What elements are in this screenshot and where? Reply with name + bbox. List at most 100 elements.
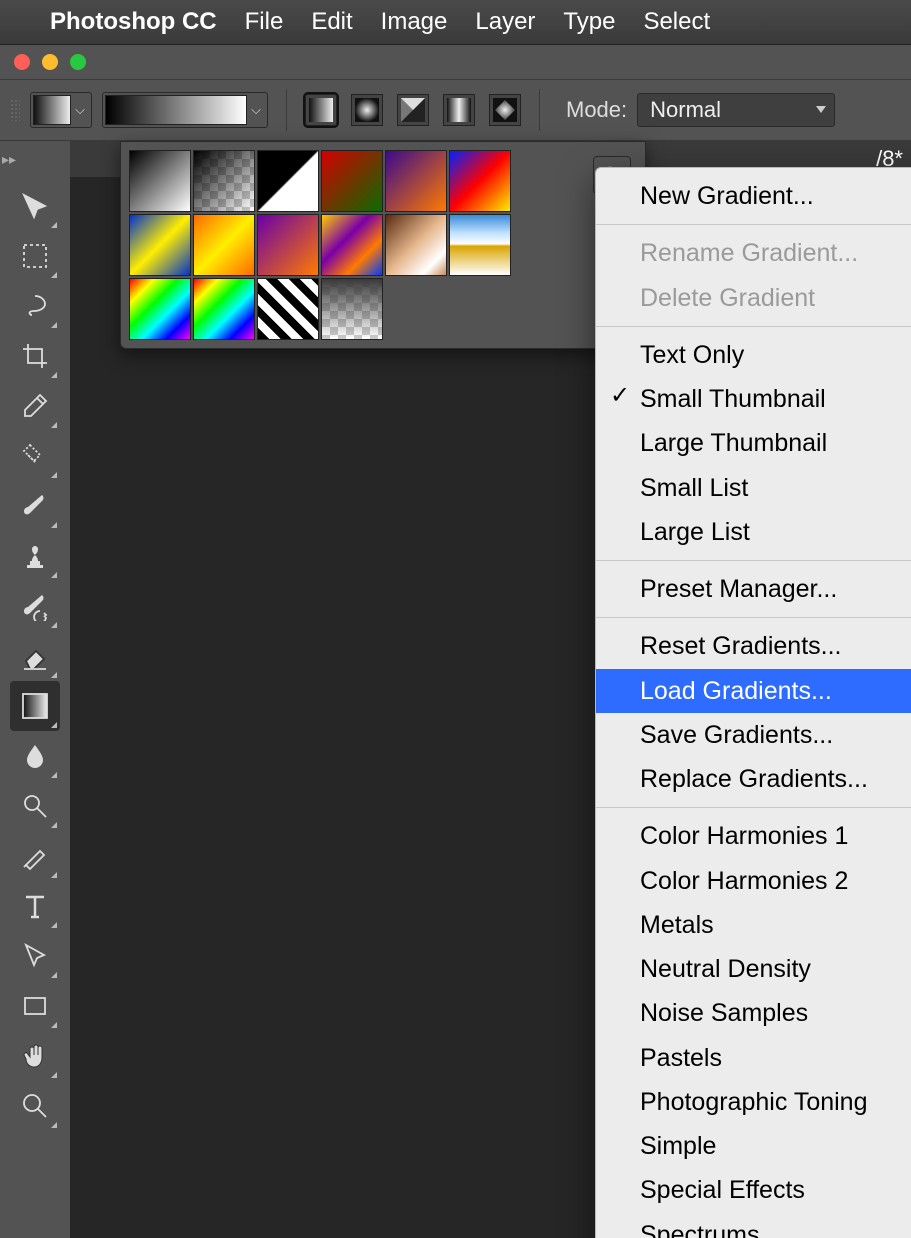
menu-item-replace-gradients[interactable]: Replace Gradients... (596, 757, 911, 801)
minimize-window-button[interactable] (42, 54, 58, 70)
brush-tool[interactable] (10, 481, 60, 531)
gradient-preset-transparent-rainbow[interactable] (193, 278, 255, 340)
dodge-tool[interactable] (10, 781, 60, 831)
blur-tool[interactable] (10, 731, 60, 781)
gradient-tool[interactable] (10, 681, 60, 731)
menu-item-photographic-toning[interactable]: Photographic Toning (596, 1080, 911, 1124)
menu-item-metals[interactable]: Metals (596, 903, 911, 947)
tool-preset-picker[interactable]: ⌵ (30, 92, 92, 128)
radial-gradient-button[interactable] (351, 94, 383, 126)
healing-brush-tool[interactable] (10, 431, 60, 481)
menu-item-large-list[interactable]: Large List (596, 510, 911, 554)
diamond-gradient-button[interactable] (489, 94, 521, 126)
menu-item-neutral-density[interactable]: Neutral Density (596, 947, 911, 991)
menu-item-color-harmonies-1[interactable]: Color Harmonies 1 (596, 814, 911, 858)
move-icon (20, 191, 50, 221)
menu-item-preset-manager[interactable]: Preset Manager... (596, 567, 911, 611)
pathsel-icon (20, 941, 50, 971)
gradient-preset-chrome[interactable] (449, 214, 511, 276)
menu-item-color-harmonies-2[interactable]: Color Harmonies 2 (596, 859, 911, 903)
flyout-indicator-icon (51, 1072, 57, 1078)
lasso-tool[interactable] (10, 281, 60, 331)
menu-item-pastels[interactable]: Pastels (596, 1036, 911, 1080)
menu-item-text-only[interactable]: Text Only (596, 333, 911, 377)
linear-gradient-button[interactable] (305, 94, 337, 126)
gradient-preset-violet-orange-2[interactable] (257, 214, 319, 276)
gradient-preset-foreground-to-transparent[interactable] (193, 150, 255, 212)
blend-mode-value: Normal (650, 97, 721, 123)
gradient-preset-black-white[interactable] (257, 150, 319, 212)
menu-item-large-thumbnail[interactable]: Large Thumbnail (596, 421, 911, 465)
menu-type[interactable]: Type (563, 8, 615, 36)
menu-image[interactable]: Image (381, 8, 448, 36)
menu-item-small-thumbnail[interactable]: ✓Small Thumbnail (596, 377, 911, 421)
eraser-tool[interactable] (10, 631, 60, 681)
menu-select[interactable]: Select (643, 8, 710, 36)
menu-item-noise-samples[interactable]: Noise Samples (596, 991, 911, 1035)
menu-item-new-gradient[interactable]: New Gradient... (596, 174, 911, 218)
menu-item-label: Metals (640, 911, 714, 939)
history-brush-tool[interactable] (10, 581, 60, 631)
menu-item-label: Photographic Toning (640, 1088, 868, 1116)
type-icon (20, 891, 50, 921)
chevron-down-icon: ⌵ (247, 96, 265, 124)
gradient-preset-yellow-violet-orange-blue[interactable] (321, 214, 383, 276)
healing-icon (20, 441, 50, 471)
gradient-preset-spectrum[interactable] (129, 278, 191, 340)
zoom-tool[interactable] (10, 1081, 60, 1131)
flyout-indicator-icon (51, 922, 57, 928)
menu-layer[interactable]: Layer (475, 8, 535, 36)
menu-item-spectrums[interactable]: Spectrums (596, 1213, 911, 1238)
menu-edit[interactable]: Edit (311, 8, 352, 36)
gradient-preset-blue-yellow-blue[interactable] (129, 214, 191, 276)
marquee-icon (20, 241, 50, 271)
menu-item-label: Preset Manager... (640, 575, 837, 603)
flyout-indicator-icon (51, 1122, 57, 1128)
reflected-gradient-button[interactable] (443, 94, 475, 126)
chevron-down-icon: ⌵ (71, 96, 89, 124)
menu-item-label: Reset Gradients... (640, 632, 841, 660)
hand-tool[interactable] (10, 1031, 60, 1081)
gradient-preset-red-green[interactable] (321, 150, 383, 212)
gradient-preset-foreground-to-background[interactable] (129, 150, 191, 212)
blend-mode-select[interactable]: Normal (637, 93, 835, 127)
menu-file[interactable]: File (245, 8, 284, 36)
menu-item-simple[interactable]: Simple (596, 1124, 911, 1168)
crop-tool[interactable] (10, 331, 60, 381)
app-name[interactable]: Photoshop CC (50, 8, 217, 36)
gradient-preset-blue-red-yellow[interactable] (449, 150, 511, 212)
gradient-preset-transparent-stripes[interactable] (257, 278, 319, 340)
menu-item-reset-gradients[interactable]: Reset Gradients... (596, 624, 911, 668)
menu-separator (596, 807, 911, 808)
pen-tool[interactable] (10, 831, 60, 881)
menu-item-special-effects[interactable]: Special Effects (596, 1168, 911, 1212)
marquee-tool[interactable] (10, 231, 60, 281)
menu-item-small-list[interactable]: Small List (596, 466, 911, 510)
gradient-preset-violet-orange[interactable] (385, 150, 447, 212)
options-bar-grip[interactable] (10, 99, 20, 121)
zoom-window-button[interactable] (70, 54, 86, 70)
clone-stamp-tool[interactable] (10, 531, 60, 581)
rectangle-tool[interactable] (10, 981, 60, 1031)
path-selection-tool[interactable] (10, 931, 60, 981)
eyedropper-tool[interactable] (10, 381, 60, 431)
zoom-icon (20, 1091, 50, 1121)
menu-item-label: Delete Gradient (640, 284, 815, 312)
gradient-preset-picker[interactable]: ⌵ (102, 92, 268, 128)
menu-separator (596, 617, 911, 618)
blur-icon (20, 741, 50, 771)
type-tool[interactable] (10, 881, 60, 931)
menu-item-save-gradients[interactable]: Save Gradients... (596, 713, 911, 757)
close-window-button[interactable] (14, 54, 30, 70)
flyout-indicator-icon (51, 572, 57, 578)
gradient-preset-neutral-density[interactable] (321, 278, 383, 340)
gradient-preset-orange-yellow-orange[interactable] (193, 214, 255, 276)
move-tool[interactable] (10, 181, 60, 231)
gradient-preset-copper[interactable] (385, 214, 447, 276)
menu-item-load-gradients[interactable]: Load Gradients... (596, 669, 911, 713)
menu-item-label: Save Gradients... (640, 721, 833, 749)
angle-gradient-button[interactable] (397, 94, 429, 126)
canvas-area[interactable]: /8* New Gradient...Rename Gradient...Del… (70, 141, 911, 1238)
collapse-panels-icon[interactable]: ▸▸ (2, 151, 32, 177)
tools-panel (0, 141, 70, 1238)
